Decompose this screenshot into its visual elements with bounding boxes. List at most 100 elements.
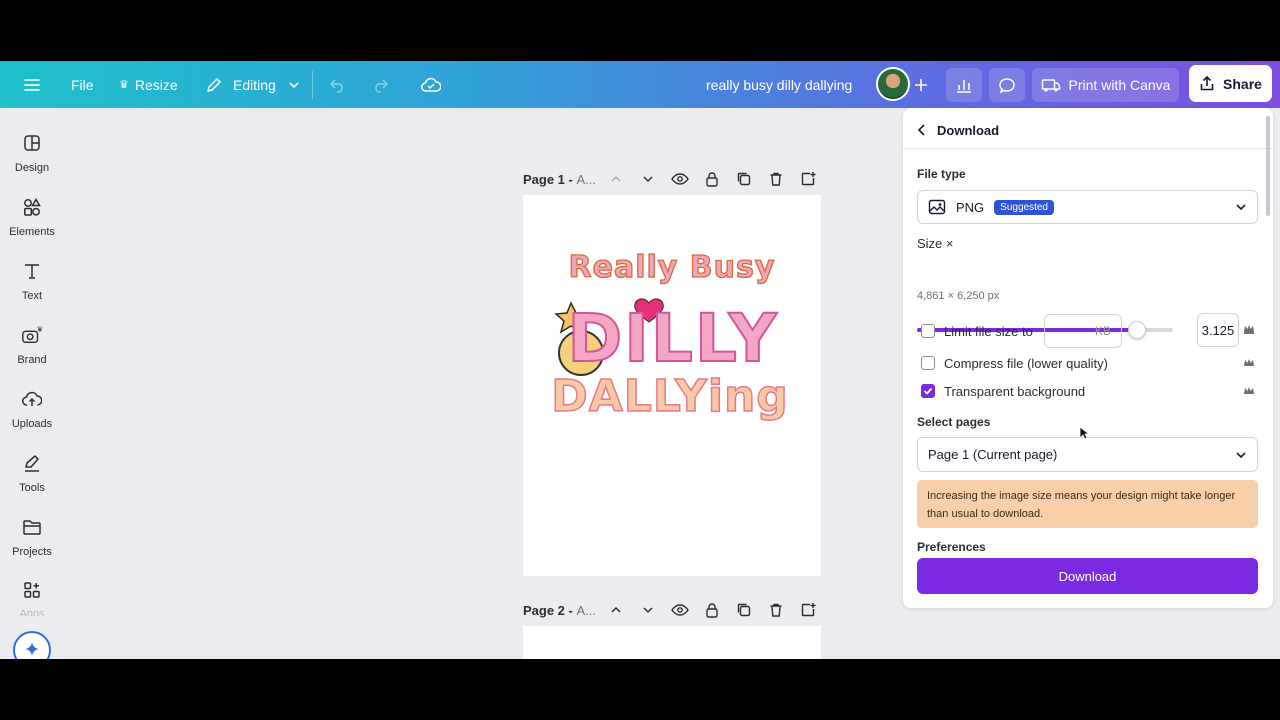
size-warning-banner: Increasing the image size means your des… [917,480,1258,528]
menu-button[interactable] [24,61,40,108]
trash-icon [770,172,782,186]
sidebar-item-label: Elements [9,226,55,238]
share-button[interactable]: Share [1189,65,1272,102]
sidebar-item-elements[interactable]: Elements [0,192,64,252]
save-status-button[interactable] [421,61,441,108]
add-page-button[interactable] [796,167,820,191]
cloud-upload-icon [21,388,43,410]
delete-page-button[interactable] [764,167,788,191]
compress-file-option[interactable]: Compress file (lower quality) [921,353,1108,373]
duplicate-icon [737,603,751,617]
cloud-check-icon [421,77,441,92]
folder-icon [21,516,43,538]
chevron-up-icon [611,175,621,182]
print-with-canva-button[interactable]: Print with Canva [1032,68,1179,102]
download-panel-header[interactable]: Download [917,120,999,140]
chevron-down-icon [1236,204,1246,211]
sidebar-item-projects[interactable]: Projects [0,512,64,572]
limit-file-size-checkbox[interactable] [921,324,935,338]
lock-page-button[interactable] [700,167,724,191]
sidebar-item-tools[interactable]: Tools [0,448,64,508]
sidebar-item-text[interactable]: Text [0,256,64,316]
add-page-icon [801,172,816,186]
transparent-background-option[interactable]: Transparent background [921,381,1085,401]
size-label: Size × [917,236,954,251]
divider [903,148,1273,149]
move-page-up-button[interactable] [604,167,628,191]
page-subtitle-text: A... [576,602,596,618]
move-page-down-button[interactable] [636,598,660,622]
size-slider-handle[interactable] [1128,321,1146,339]
lock-page-button[interactable] [700,598,724,622]
sparkle-icon [25,642,39,656]
move-page-down-button[interactable] [636,167,660,191]
top-toolbar: File ♛ Resize Editing really busy dilly … [0,61,1280,108]
hide-page-button[interactable] [668,598,692,622]
compress-file-checkbox[interactable] [921,356,935,370]
file-size-limit-input[interactable]: KB [1043,314,1122,348]
eye-icon [671,604,689,616]
magic-assistant-button[interactable] [13,631,51,659]
select-pages-value: Page 1 (Current page) [928,447,1058,462]
size-input[interactable]: 3.125 [1197,313,1239,347]
svg-text:♛: ♛ [37,324,43,333]
share-icon [1200,75,1214,91]
document-title[interactable]: really busy dilly dallying [706,61,852,108]
undo-button[interactable] [329,61,347,108]
preferences-label[interactable]: Preferences [917,540,986,554]
pixel-dimensions: 4,861 × 6,250 px [917,290,1000,302]
sidebar-item-apps[interactable]: Apps [0,576,64,616]
page-2-header: Page 2 - A... [523,598,823,622]
redo-icon [375,78,389,93]
truck-icon [1041,79,1060,92]
avatar[interactable] [876,67,910,101]
layout-icon [21,132,43,154]
hide-page-button[interactable] [668,167,692,191]
page-title-text: Page 2 - [523,602,577,618]
page-2-canvas[interactable] [523,626,821,659]
resize-button[interactable]: ♛ Resize [119,61,178,108]
move-page-up-button[interactable] [604,598,628,622]
sidebar-item-design[interactable]: Design [0,128,64,188]
toolbar-divider [312,71,313,99]
file-type-select[interactable]: PNG Suggested [917,190,1258,224]
comment-icon [999,77,1015,93]
panel-scrollbar[interactable] [1266,116,1270,216]
design-artwork[interactable]: Really Busy DILLY DALLYing [523,195,821,576]
insights-button[interactable] [946,68,982,102]
size-warning-text: Increasing the image size means your des… [927,490,1236,520]
sidebar-item-brand[interactable]: ♛ Brand [0,320,64,380]
page-title[interactable]: Page 2 - A... [523,603,596,618]
document-title-text: really busy dilly dallying [706,76,853,93]
transparent-background-checkbox[interactable] [921,384,935,398]
delete-page-button[interactable] [764,598,788,622]
download-button[interactable]: Download [917,558,1258,594]
left-sidebar: Design Elements Text ♛ Brand Uploads Too… [0,108,64,659]
shapes-icon [21,196,43,218]
add-page-button[interactable] [796,598,820,622]
redo-button[interactable] [371,61,389,108]
crown-icon [1244,327,1254,334]
sidebar-item-uploads[interactable]: Uploads [0,384,64,444]
file-menu[interactable]: File [71,61,94,108]
duplicate-page-button[interactable] [732,167,756,191]
chevron-down-icon [643,176,653,183]
page-subtitle-text: A... [576,171,596,187]
limit-file-size-option[interactable]: Limit file size to KB [921,314,1122,348]
editing-mode-dropdown[interactable]: Editing [205,61,300,108]
page-title-text: Page 1 - [523,171,577,187]
sidebar-item-label: Projects [12,546,52,558]
add-collaborator-button[interactable] [914,61,928,108]
chevron-down-icon [1236,451,1246,458]
page-title[interactable]: Page 1 - A... [523,172,596,187]
app-window: File ♛ Resize Editing really busy dilly … [0,61,1280,659]
page-1-canvas[interactable]: Really Busy DILLY DALLYing [523,195,821,576]
sidebar-item-label: Design [14,162,50,174]
compress-file-label: Compress file (lower quality) [944,355,1108,371]
select-pages-dropdown[interactable]: Page 1 (Current page) [917,437,1258,472]
resize-label: Resize [134,76,178,93]
file-menu-label: File [71,76,94,93]
duplicate-page-button[interactable] [732,598,756,622]
comments-button[interactable] [989,68,1025,102]
chevron-down-icon [643,607,653,614]
